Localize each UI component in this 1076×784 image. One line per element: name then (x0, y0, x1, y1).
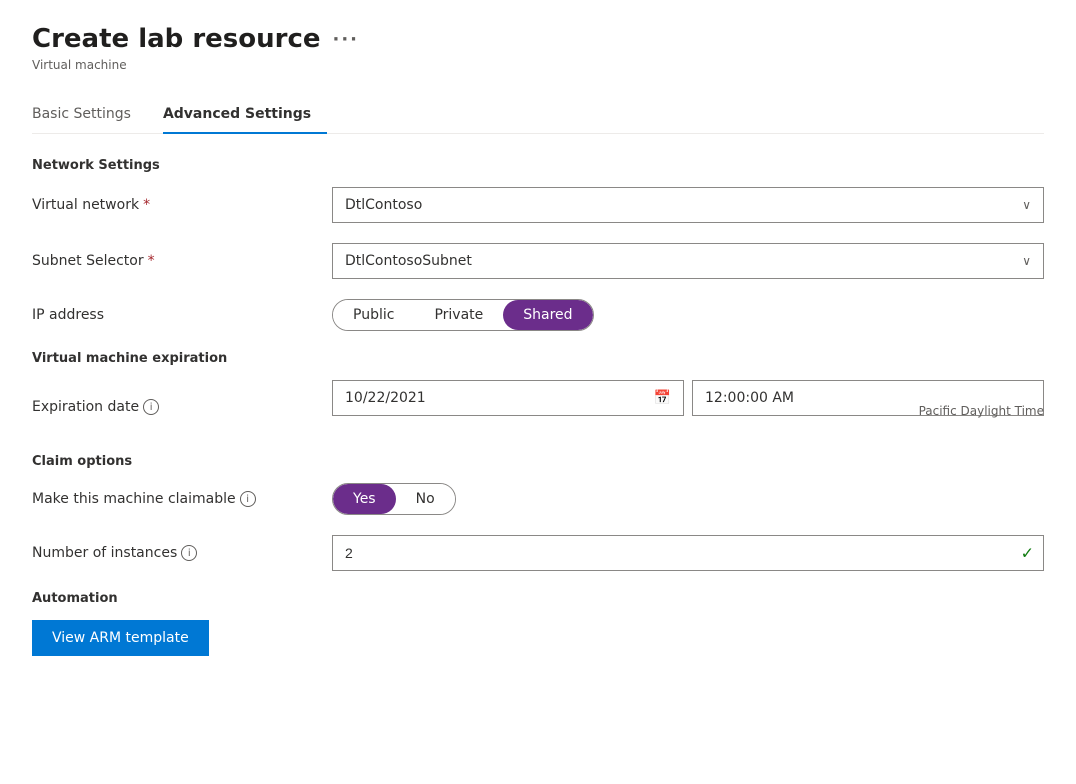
virtual-network-value: DtlContoso (345, 197, 422, 213)
page-subtitle: Virtual machine (32, 58, 1044, 72)
instances-row: Number of instances i ✓ (32, 535, 1044, 571)
tab-advanced-settings[interactable]: Advanced Settings (163, 96, 327, 134)
page-title: Create lab resource ··· (32, 24, 359, 54)
check-icon: ✓ (1021, 544, 1034, 563)
claimable-row: Make this machine claimable i Yes No (32, 483, 1044, 515)
date-time-container: 10/22/2021 📅 12:00:00 AM Pacific Dayligh… (332, 380, 1044, 434)
automation-header: Automation (32, 591, 1044, 606)
chevron-down-icon: ∨ (1022, 198, 1031, 212)
ip-address-toggle: Public Private Shared (332, 299, 594, 331)
subnet-selector-dropdown[interactable]: DtlContosoSubnet ∨ (332, 243, 1044, 279)
virtual-network-row: Virtual network * DtlContoso ∨ (32, 187, 1044, 223)
required-star: * (148, 253, 155, 269)
automation-section: Automation View ARM template (32, 591, 1044, 656)
subnet-selector-label: Subnet Selector * (32, 253, 332, 269)
calendar-icon[interactable]: 📅 (654, 390, 671, 406)
claim-options-header: Claim options (32, 454, 1044, 469)
time-value: 12:00:00 AM (705, 390, 794, 406)
instances-input[interactable] (332, 535, 1044, 571)
claimable-info-icon[interactable]: i (240, 491, 256, 507)
ip-address-row: IP address Public Private Shared (32, 299, 1044, 331)
ip-public-option[interactable]: Public (333, 300, 414, 330)
expiration-date-row: Expiration date i 10/22/2021 📅 12:00:00 … (32, 380, 1044, 434)
network-settings-section: Network Settings Virtual network * DtlCo… (32, 158, 1044, 331)
view-arm-template-button[interactable]: View ARM template (32, 620, 209, 656)
subnet-selector-row: Subnet Selector * DtlContosoSubnet ∨ (32, 243, 1044, 279)
expiration-date-label: Expiration date i (32, 399, 332, 415)
claimable-toggle: Yes No (332, 483, 456, 515)
chevron-down-icon: ∨ (1022, 254, 1031, 268)
claimable-yes-option[interactable]: Yes (333, 484, 396, 514)
virtual-network-label: Virtual network * (32, 197, 332, 213)
vm-expiration-section: Virtual machine expiration Expiration da… (32, 351, 1044, 434)
ip-address-label: IP address (32, 307, 332, 323)
network-settings-header: Network Settings (32, 158, 1044, 173)
claim-options-section: Claim options Make this machine claimabl… (32, 454, 1044, 571)
required-star: * (143, 197, 150, 213)
tab-basic-settings[interactable]: Basic Settings (32, 96, 147, 134)
claimable-no-option[interactable]: No (396, 484, 455, 514)
claimable-label: Make this machine claimable i (32, 491, 332, 507)
instances-label: Number of instances i (32, 545, 332, 561)
tab-bar: Basic Settings Advanced Settings (32, 96, 1044, 134)
ip-shared-option[interactable]: Shared (503, 300, 592, 330)
subnet-selector-value: DtlContosoSubnet (345, 253, 472, 269)
vm-expiration-header: Virtual machine expiration (32, 351, 1044, 366)
expiration-date-input[interactable]: 10/22/2021 📅 (332, 380, 684, 416)
expiration-date-info-icon[interactable]: i (143, 399, 159, 415)
instances-input-wrapper: ✓ (332, 535, 1044, 571)
more-options-icon[interactable]: ··· (333, 29, 360, 50)
ip-private-option[interactable]: Private (414, 300, 503, 330)
instances-info-icon[interactable]: i (181, 545, 197, 561)
date-value: 10/22/2021 (345, 390, 654, 406)
virtual-network-dropdown[interactable]: DtlContoso ∨ (332, 187, 1044, 223)
